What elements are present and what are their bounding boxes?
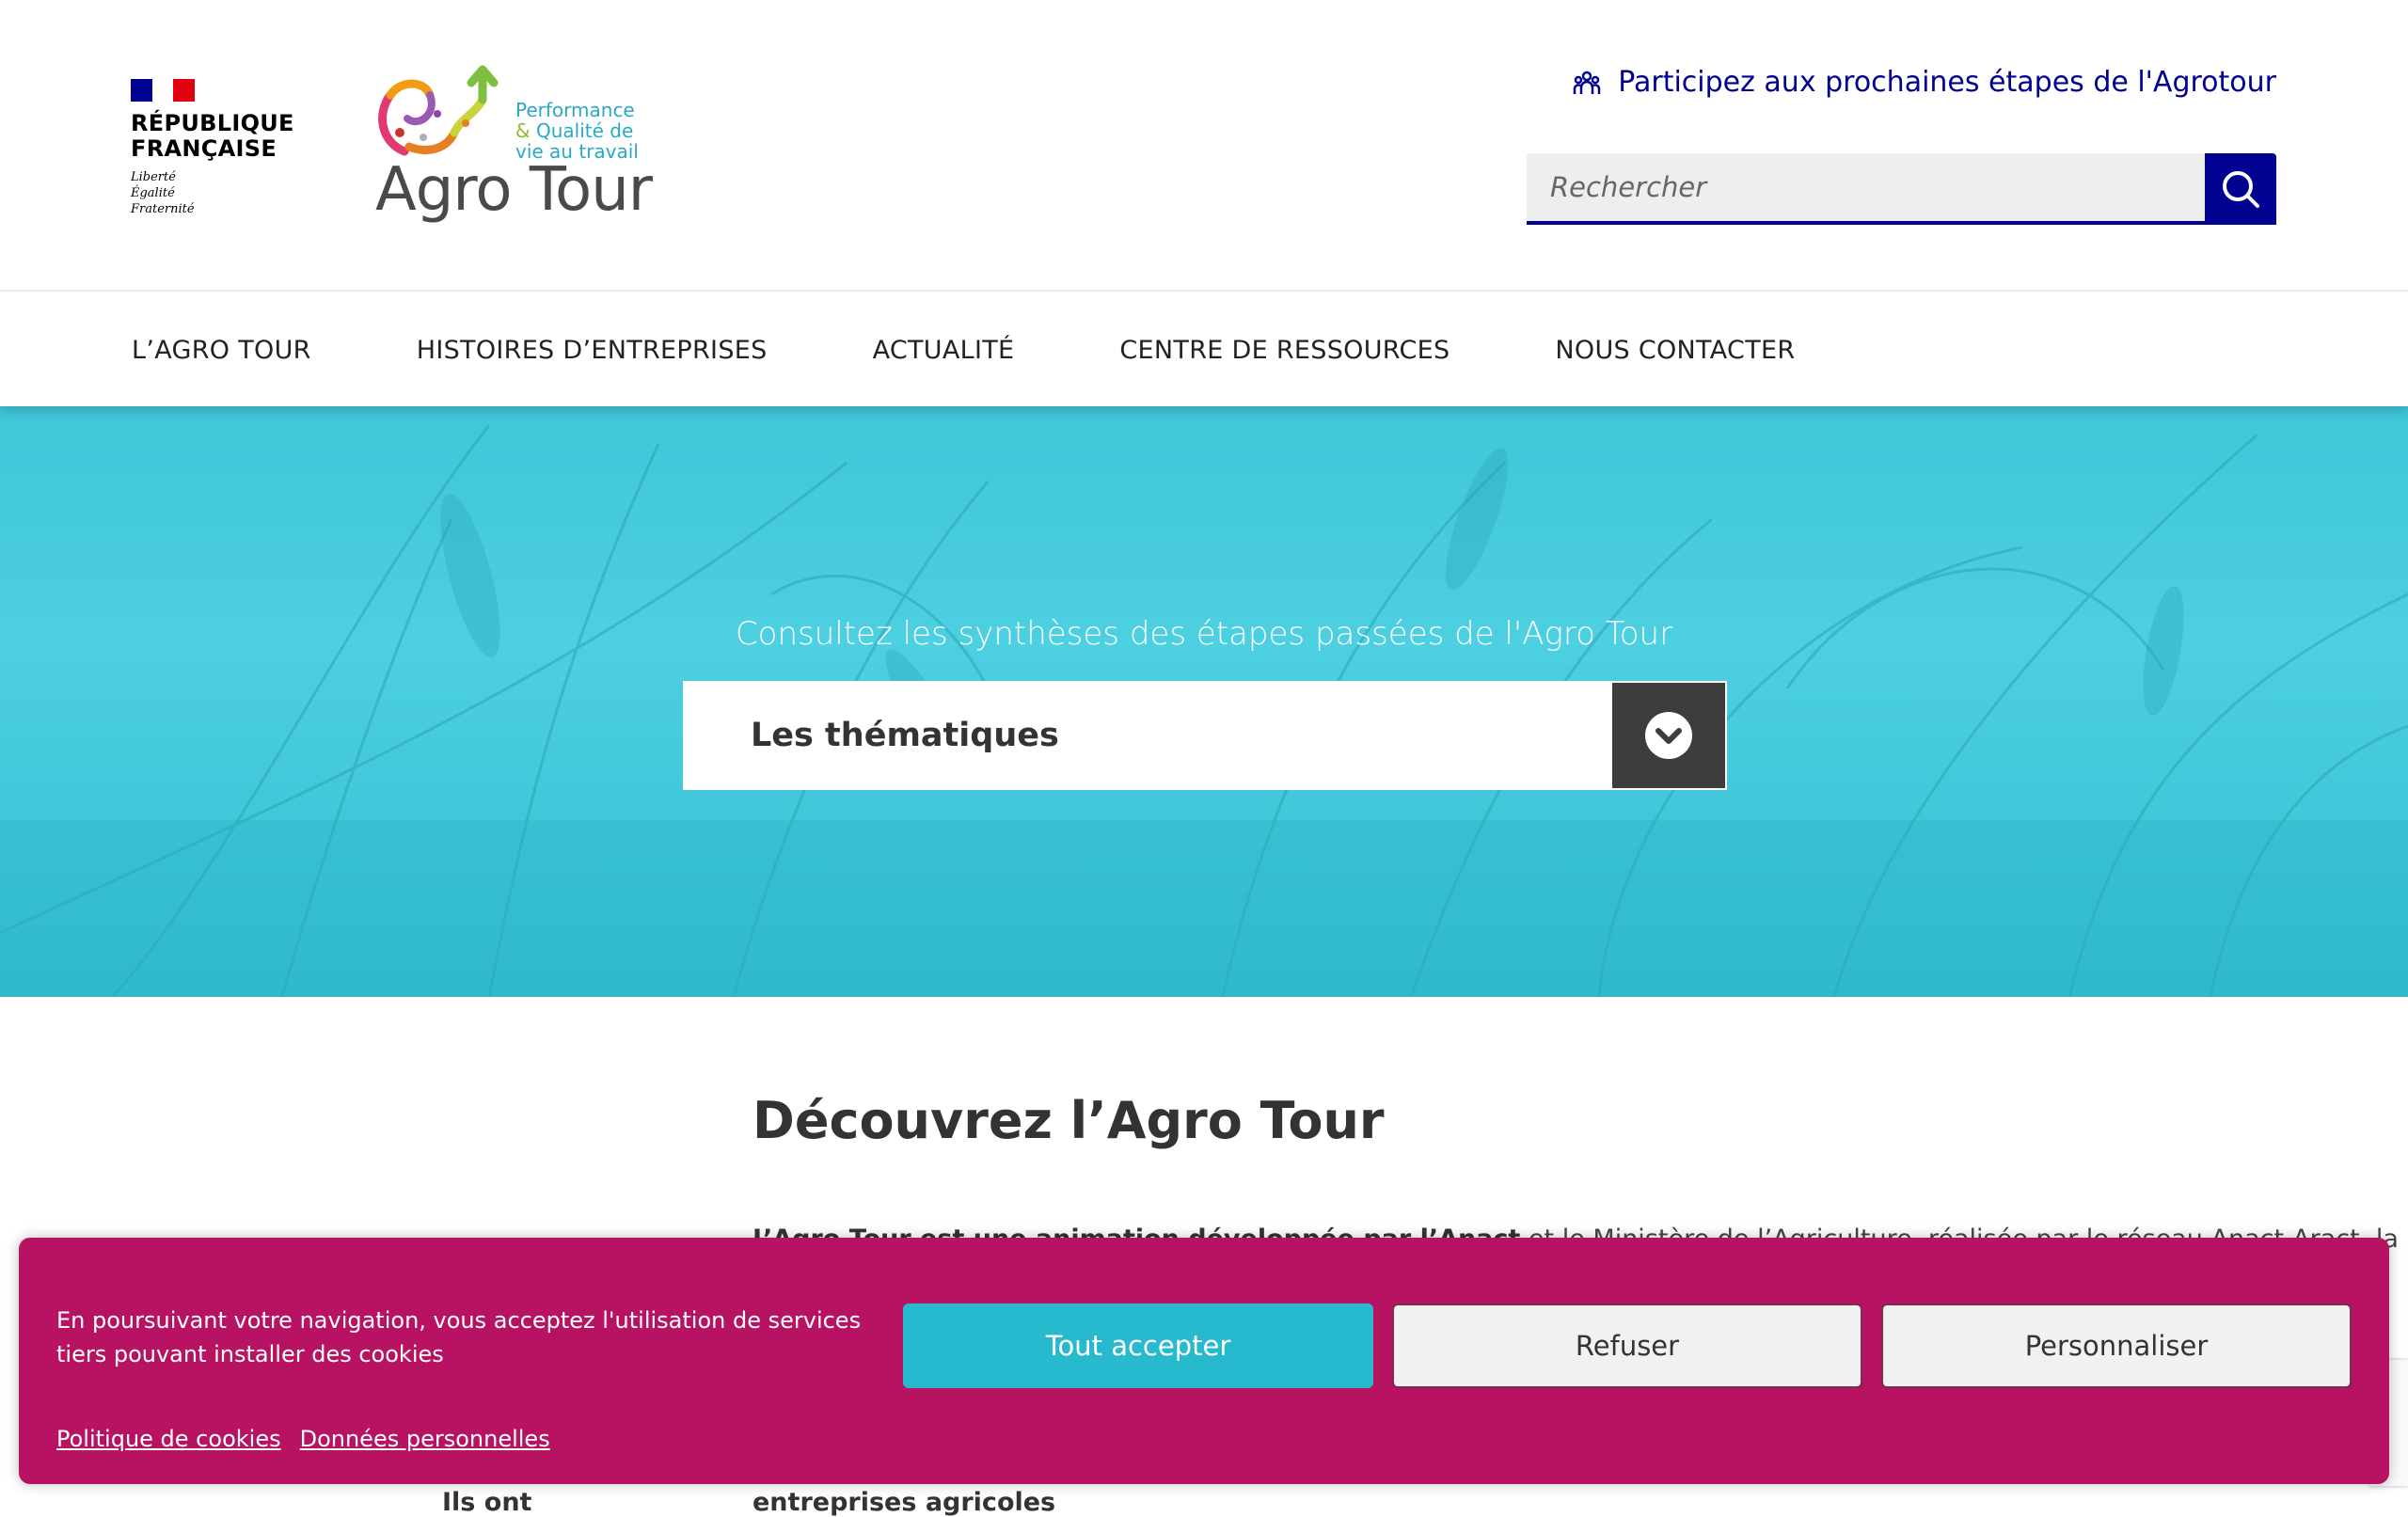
thematiques-toggle-button[interactable] xyxy=(1612,683,1725,788)
cookie-policy-link[interactable]: Politique de cookies xyxy=(56,1426,281,1452)
page-title: Découvrez l’Agro Tour xyxy=(752,1091,1385,1150)
main-nav: L’AGRO TOUR HISTOIRES D’ENTREPRISES ACTU… xyxy=(0,293,2408,406)
thematiques-label: Les thématiques xyxy=(751,717,1059,754)
republique-francaise-logo[interactable]: RÉPUBLIQUE FRANÇAISE Liberté Égalité Fra… xyxy=(131,79,294,217)
nav-item-agro-tour[interactable]: L’AGRO TOUR xyxy=(132,336,311,365)
republique-name: RÉPUBLIQUE FRANÇAISE xyxy=(131,110,294,162)
nav-item-histoires-entreprises[interactable]: HISTOIRES D’ENTREPRISES xyxy=(417,336,768,365)
search-icon xyxy=(2223,171,2259,208)
nav-item-centre-ressources[interactable]: CENTRE DE RESSOURCES xyxy=(1119,336,1450,365)
logo-title: Agro Tour xyxy=(375,155,653,225)
search-input[interactable] xyxy=(1527,153,2205,225)
site-header: RÉPUBLIQUE FRANÇAISE Liberté Égalité Fra… xyxy=(0,0,2408,292)
search-bar xyxy=(1527,153,2276,225)
cookie-banner: En poursuivant votre navigation, vous ac… xyxy=(19,1238,2389,1484)
refuse-button[interactable]: Refuser xyxy=(1392,1304,1862,1388)
agro-tour-logo[interactable]: Performance & Qualité de vie au travail … xyxy=(372,62,654,241)
search-button[interactable] xyxy=(2205,153,2276,225)
nav-item-nous-contacter[interactable]: NOUS CONTACTER xyxy=(1555,336,1795,365)
hero-caption: Consultez les synthèses des étapes passé… xyxy=(735,615,1673,653)
participate-link[interactable]: Participez aux prochaines étapes de l'Ag… xyxy=(1573,66,2276,99)
logo-tagline: Performance & Qualité de vie au travail xyxy=(515,99,639,163)
nav-item-actualite[interactable]: ACTUALITÉ xyxy=(873,336,1015,365)
agro-tour-mark-icon xyxy=(378,65,499,156)
personal-data-link[interactable]: Données personnelles xyxy=(300,1426,550,1452)
people-icon xyxy=(1574,71,1601,94)
french-flag-icon xyxy=(131,79,196,102)
side-heading: Ils ont xyxy=(442,1488,532,1517)
republique-motto: Liberté Égalité Fraternité xyxy=(131,170,195,216)
customize-button[interactable]: Personnaliser xyxy=(1881,1304,2352,1388)
hero-banner: Consultez les synthèses des étapes passé… xyxy=(0,406,2408,997)
participate-label: Participez aux prochaines étapes de l'Ag… xyxy=(1618,66,2276,99)
cookie-links: Politique de cookies Données personnelle… xyxy=(56,1426,550,1452)
thematiques-select[interactable]: Les thématiques xyxy=(683,681,1727,790)
intro-paragraph-continued: entreprises agricoles xyxy=(752,1488,1056,1517)
chevron-down-icon xyxy=(1645,712,1692,759)
accept-all-button[interactable]: Tout accepter xyxy=(903,1304,1373,1388)
cookie-message: En poursuivant votre navigation, vous ac… xyxy=(56,1307,862,1367)
